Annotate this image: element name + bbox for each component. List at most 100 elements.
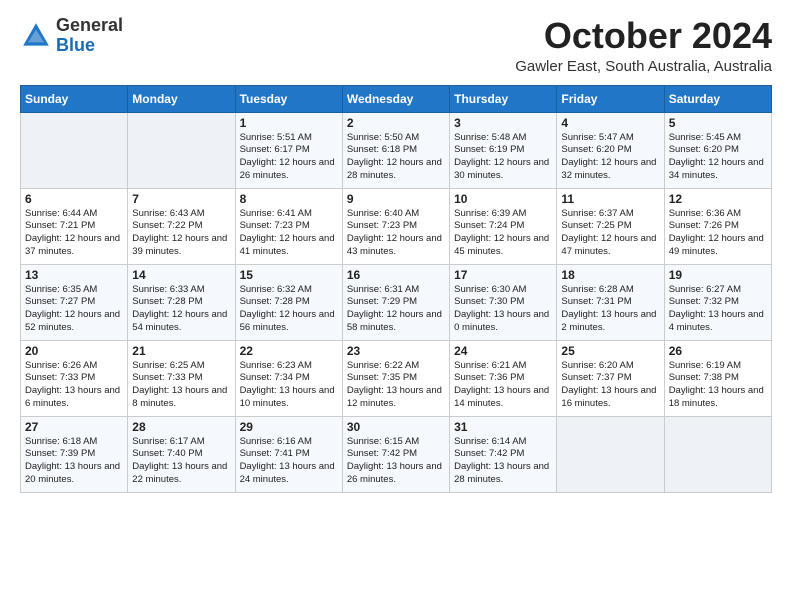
day-number: 13 [25, 268, 123, 282]
week-row-2: 6 Sunrise: 6:44 AMSunset: 7:21 PMDaylight… [21, 188, 772, 264]
logo-general: General [56, 15, 123, 35]
cell-info: Sunrise: 6:25 AMSunset: 7:33 PMDaylight:… [132, 360, 230, 411]
day-number: 19 [669, 268, 767, 282]
calendar-cell: 27Sunrise: 6:18 AMSunset: 7:39 PMDayligh… [21, 416, 128, 492]
week-row-1: 1Sunrise: 5:51 AMSunset: 6:17 PMDaylight… [21, 112, 772, 188]
day-number: 9 [347, 192, 445, 206]
calendar-cell: 6 Sunrise: 6:44 AMSunset: 7:21 PMDaylight… [21, 188, 128, 264]
cell-info: Sunrise: 6:30 AMSunset: 7:30 PMDaylight:… [454, 284, 552, 335]
calendar-cell: 7 Sunrise: 6:43 AMSunset: 7:22 PMDaylight… [128, 188, 235, 264]
calendar-cell: 29 Sunrise: 6:16 AMSunset: 7:41 PMDayligh… [235, 416, 342, 492]
logo-blue: Blue [56, 35, 95, 55]
calendar-cell [557, 416, 664, 492]
day-number: 22 [240, 344, 338, 358]
cell-info: Sunrise: 6:20 AMSunset: 7:37 PMDaylight:… [561, 360, 659, 411]
day-number: 25 [561, 344, 659, 358]
cell-info: Sunrise: 5:51 AMSunset: 6:17 PMDaylight:… [240, 132, 338, 183]
cell-info: Sunrise: 6:39 AMSunset: 7:24 PMDaylight:… [454, 208, 552, 259]
cell-info: Sunrise: 6:37 AMSunset: 7:25 PMDaylight:… [561, 208, 659, 259]
day-number: 31 [454, 420, 552, 434]
cell-info: Sunrise: 6:16 AMSunset: 7:41 PMDaylight:… [240, 436, 338, 487]
cell-info: Sunrise: 6:19 AMSunset: 7:38 PMDaylight:… [669, 360, 767, 411]
cell-info: Sunrise: 6:21 AMSunset: 7:36 PMDaylight:… [454, 360, 552, 411]
calendar-header-row: SundayMondayTuesdayWednesdayThursdayFrid… [21, 85, 772, 112]
header: General Blue October 2024 Gawler East, S… [20, 16, 772, 75]
calendar-cell [128, 112, 235, 188]
cell-info: Sunrise: 6:41 AMSunset: 7:23 PMDaylight:… [240, 208, 338, 259]
cell-info: Sunrise: 6:36 AMSunset: 7:26 PMDaylight:… [669, 208, 767, 259]
day-number: 30 [347, 420, 445, 434]
cell-info: Sunrise: 6:44 AMSunset: 7:21 PMDaylight:… [25, 208, 123, 259]
cell-info: Sunrise: 6:35 AMSunset: 7:27 PMDaylight:… [25, 284, 123, 335]
header-day-sunday: Sunday [21, 85, 128, 112]
day-number: 27 [25, 420, 123, 434]
cell-info: Sunrise: 5:48 AMSunset: 6:19 PMDaylight:… [454, 132, 552, 183]
day-number: 5 [669, 116, 767, 130]
cell-info: Sunrise: 6:31 AMSunset: 7:29 PMDaylight:… [347, 284, 445, 335]
day-number: 3 [454, 116, 552, 130]
calendar-cell: 12 Sunrise: 6:36 AMSunset: 7:26 PMDayligh… [664, 188, 771, 264]
title-block: October 2024 Gawler East, South Australi… [515, 16, 772, 75]
calendar-cell: 14Sunrise: 6:33 AMSunset: 7:28 PMDayligh… [128, 264, 235, 340]
day-number: 8 [240, 192, 338, 206]
header-day-thursday: Thursday [450, 85, 557, 112]
logo-text: General Blue [56, 16, 123, 56]
day-number: 21 [132, 344, 230, 358]
cell-info: Sunrise: 6:15 AMSunset: 7:42 PMDaylight:… [347, 436, 445, 487]
calendar-cell: 4Sunrise: 5:47 AMSunset: 6:20 PMDaylight… [557, 112, 664, 188]
calendar-cell: 13 Sunrise: 6:35 AMSunset: 7:27 PMDayligh… [21, 264, 128, 340]
cell-info: Sunrise: 6:14 AMSunset: 7:42 PMDaylight:… [454, 436, 552, 487]
header-day-saturday: Saturday [664, 85, 771, 112]
cell-info: Sunrise: 6:27 AMSunset: 7:32 PMDaylight:… [669, 284, 767, 335]
day-number: 6 [25, 192, 123, 206]
header-day-friday: Friday [557, 85, 664, 112]
day-number: 2 [347, 116, 445, 130]
calendar-cell: 26Sunrise: 6:19 AMSunset: 7:38 PMDayligh… [664, 340, 771, 416]
cell-info: Sunrise: 5:47 AMSunset: 6:20 PMDaylight:… [561, 132, 659, 183]
calendar-cell: 15Sunrise: 6:32 AMSunset: 7:28 PMDayligh… [235, 264, 342, 340]
header-day-monday: Monday [128, 85, 235, 112]
day-number: 20 [25, 344, 123, 358]
header-day-tuesday: Tuesday [235, 85, 342, 112]
cell-info: Sunrise: 5:50 AMSunset: 6:18 PMDaylight:… [347, 132, 445, 183]
cell-info: Sunrise: 6:28 AMSunset: 7:31 PMDaylight:… [561, 284, 659, 335]
calendar-cell [664, 416, 771, 492]
day-number: 28 [132, 420, 230, 434]
day-number: 14 [132, 268, 230, 282]
calendar-cell: 20Sunrise: 6:26 AMSunset: 7:33 PMDayligh… [21, 340, 128, 416]
week-row-4: 20Sunrise: 6:26 AMSunset: 7:33 PMDayligh… [21, 340, 772, 416]
day-number: 29 [240, 420, 338, 434]
cell-info: Sunrise: 6:22 AMSunset: 7:35 PMDaylight:… [347, 360, 445, 411]
calendar-cell: 18 Sunrise: 6:28 AMSunset: 7:31 PMDayligh… [557, 264, 664, 340]
day-number: 16 [347, 268, 445, 282]
calendar-cell: 17 Sunrise: 6:30 AMSunset: 7:30 PMDayligh… [450, 264, 557, 340]
cell-info: Sunrise: 6:43 AMSunset: 7:22 PMDaylight:… [132, 208, 230, 259]
calendar-cell: 1Sunrise: 5:51 AMSunset: 6:17 PMDaylight… [235, 112, 342, 188]
calendar-cell: 10 Sunrise: 6:39 AMSunset: 7:24 PMDayligh… [450, 188, 557, 264]
calendar-cell: 8 Sunrise: 6:41 AMSunset: 7:23 PMDaylight… [235, 188, 342, 264]
day-number: 10 [454, 192, 552, 206]
calendar-cell: 19 Sunrise: 6:27 AMSunset: 7:32 PMDayligh… [664, 264, 771, 340]
logo-icon [20, 20, 52, 52]
calendar-cell: 25 Sunrise: 6:20 AMSunset: 7:37 PMDayligh… [557, 340, 664, 416]
day-number: 23 [347, 344, 445, 358]
day-number: 7 [132, 192, 230, 206]
calendar-cell: 2 Sunrise: 5:50 AMSunset: 6:18 PMDaylight… [342, 112, 449, 188]
calendar-cell: 16 Sunrise: 6:31 AMSunset: 7:29 PMDayligh… [342, 264, 449, 340]
cell-info: Sunrise: 6:32 AMSunset: 7:28 PMDaylight:… [240, 284, 338, 335]
header-day-wednesday: Wednesday [342, 85, 449, 112]
week-row-3: 13 Sunrise: 6:35 AMSunset: 7:27 PMDayligh… [21, 264, 772, 340]
day-number: 11 [561, 192, 659, 206]
cell-info: Sunrise: 6:17 AMSunset: 7:40 PMDaylight:… [132, 436, 230, 487]
calendar-cell: 3 Sunrise: 5:48 AMSunset: 6:19 PMDaylight… [450, 112, 557, 188]
calendar-cell: 9Sunrise: 6:40 AMSunset: 7:23 PMDaylight… [342, 188, 449, 264]
calendar-cell: 5 Sunrise: 5:45 AMSunset: 6:20 PMDaylight… [664, 112, 771, 188]
logo: General Blue [20, 16, 123, 56]
location-title: Gawler East, South Australia, Australia [515, 58, 772, 75]
calendar-cell: 28 Sunrise: 6:17 AMSunset: 7:40 PMDayligh… [128, 416, 235, 492]
day-number: 18 [561, 268, 659, 282]
cell-info: Sunrise: 5:45 AMSunset: 6:20 PMDaylight:… [669, 132, 767, 183]
month-title: October 2024 [515, 16, 772, 56]
day-number: 17 [454, 268, 552, 282]
day-number: 12 [669, 192, 767, 206]
